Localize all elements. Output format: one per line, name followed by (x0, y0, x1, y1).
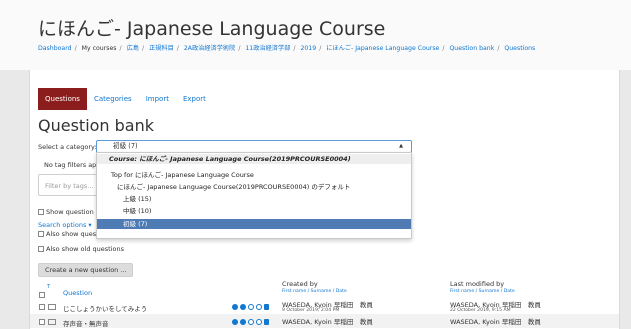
modified-date: 22 October 2019, 9:15 AM (450, 308, 511, 313)
row-checkbox[interactable] (39, 319, 45, 325)
delete-icon[interactable] (264, 319, 269, 325)
create-question-button[interactable]: Create a new question ... (38, 263, 133, 277)
modified-by-name: WASEDA, Kyoin 早稲田 教員 (450, 318, 541, 326)
chevron-down-icon: ▾ (88, 221, 92, 229)
tab-export[interactable]: Export (176, 88, 213, 110)
question-column-header[interactable]: Question (63, 289, 92, 297)
breadcrumb-school[interactable]: 11政治経済学部 (245, 45, 290, 52)
select-all-checkbox[interactable] (39, 292, 45, 298)
breadcrumb: Dashboard / My courses / 広島 / 正規科目/ 2A政治経済学… (38, 45, 536, 52)
modified-by-sort-link[interactable]: First name / Surname / Date (450, 289, 515, 294)
dropdown-option-beginner[interactable]: 初級 (7) (97, 219, 411, 229)
breadcrumb-my-courses[interactable]: My courses (82, 45, 117, 52)
modified-by-header: Last modified by (450, 280, 505, 288)
category-dropdown-list: Course: にほんご- Japanese Language Course(2… (96, 152, 412, 239)
table-row: じこしょうかいをしてみよう WASEDA, Kyoin 早稲田 教員 9 Oct… (30, 299, 619, 313)
created-by-header: Created by (282, 280, 318, 288)
page-header: にほんご- Japanese Language Course Dashboard… (0, 0, 631, 70)
duplicate-icon[interactable] (240, 304, 246, 310)
dropdown-option-intermediate[interactable]: 中級 (10) (97, 206, 411, 216)
breadcrumb-dashboard[interactable]: Dashboard (38, 45, 72, 52)
tag-filter-input[interactable]: Filter by tags... (38, 174, 102, 196)
tab-import[interactable]: Import (139, 88, 176, 110)
dropdown-group-course: Course: にほんご- Japanese Language Course(2… (97, 154, 411, 164)
tag-filter-placeholder: Filter by tags... (45, 182, 94, 190)
dropdown-option-advanced[interactable]: 上級 (15) (97, 194, 411, 204)
question-name: じこしょうかいをしてみよう (63, 305, 148, 313)
row-actions (232, 304, 269, 310)
delete-icon[interactable] (264, 304, 269, 310)
course-title: にほんご- Japanese Language Course (38, 18, 386, 40)
page-title: Question bank (38, 116, 155, 135)
table-row: 存声音・無声音 WASEDA, Kyoin 早稲田 教員 WASEDA, Kyo… (30, 314, 619, 328)
old-questions-label: Also show old questions (46, 245, 124, 253)
breadcrumb-questions[interactable]: Questions (504, 45, 535, 52)
tab-categories[interactable]: Categories (87, 88, 139, 110)
dropdown-option-top[interactable]: Top for にほんご- Japanese Language Course (97, 170, 411, 180)
dropdown-option-default[interactable]: にほんご- Japanese Language Course(2019PRCOU… (97, 182, 411, 192)
created-by-sort-link[interactable]: First name / Surname / Date (282, 289, 347, 294)
question-type-icon (48, 304, 56, 310)
question-bank-card: Questions Categories Import Export Quest… (29, 70, 620, 329)
created-date: 9 October 2019, 2:04 PM (282, 308, 340, 313)
subcategories-checkbox[interactable] (38, 231, 44, 237)
breadcrumb-question-bank[interactable]: Question bank (449, 45, 494, 52)
breadcrumb-faculty[interactable]: 2A政治経済学術院 (184, 45, 235, 52)
show-question-text-label: Show question (46, 208, 94, 216)
search-icon[interactable] (256, 319, 262, 325)
show-question-text-checkbox[interactable] (38, 209, 44, 215)
edit-icon[interactable] (232, 319, 238, 325)
tab-bar: Questions Categories Import Export (38, 88, 213, 110)
search-options-link[interactable]: Search options ▾ (38, 221, 92, 229)
breadcrumb-regular-subjects[interactable]: 正規科目 (149, 45, 174, 52)
created-by-name: WASEDA, Kyoin 早稲田 教員 (282, 318, 373, 326)
sort-icon[interactable]: T (47, 284, 50, 290)
category-label: Select a category: (38, 143, 97, 151)
search-icon[interactable] (256, 304, 262, 310)
row-checkbox[interactable] (39, 304, 45, 310)
question-name: 存声音・無声音 (63, 320, 109, 328)
no-tag-filters-text: No tag filters ap (44, 161, 97, 169)
question-type-icon (48, 319, 56, 325)
old-questions-checkbox[interactable] (38, 246, 44, 252)
breadcrumb-year[interactable]: 2019 (300, 45, 316, 52)
category-select-value: 初級 (7) (113, 142, 138, 150)
preview-icon[interactable] (248, 304, 254, 310)
edit-icon[interactable] (232, 304, 238, 310)
preview-icon[interactable] (248, 319, 254, 325)
breadcrumb-course[interactable]: にほんご- Japanese Language Course (326, 45, 439, 52)
row-actions (232, 319, 269, 325)
breadcrumb-hiroshima[interactable]: 広島 (127, 45, 139, 52)
duplicate-icon[interactable] (240, 319, 246, 325)
tab-questions[interactable]: Questions (38, 88, 87, 110)
